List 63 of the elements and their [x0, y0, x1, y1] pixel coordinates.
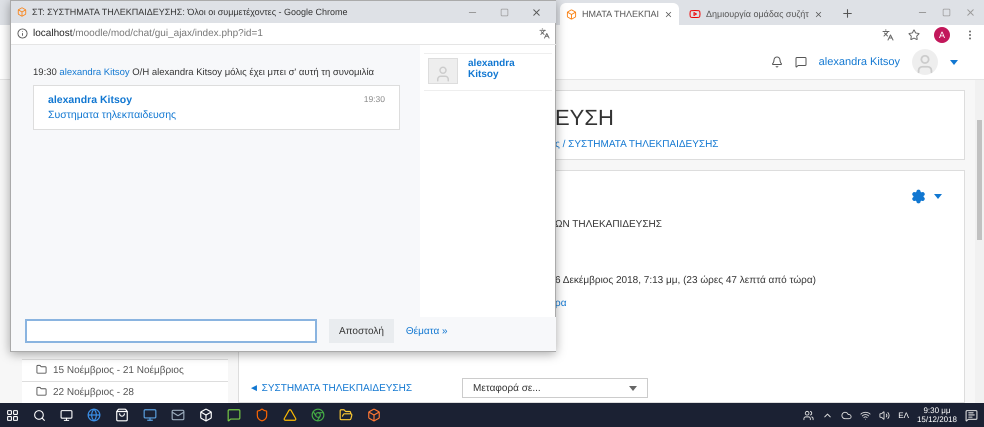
translate-icon[interactable]: [882, 29, 894, 41]
language-indicator[interactable]: ΕΛ: [898, 410, 909, 420]
user-menu-link[interactable]: alexandra Kitsoy: [818, 56, 900, 68]
message-author: alexandra Kitsoy: [48, 94, 134, 106]
close-icon[interactable]: [664, 10, 674, 18]
close-icon[interactable]: [814, 10, 823, 18]
search-icon[interactable]: [33, 408, 46, 422]
shopping-bag-icon[interactable]: [115, 408, 129, 422]
shield-icon[interactable]: [255, 408, 269, 422]
app-icon: [17, 7, 27, 17]
message-time: 19:30: [364, 94, 385, 106]
system-message: 19:30 alexandra Kitsoy O/H alexandra Kitsoy μόλις έχει μπει σ' αυτή τη συνομιλία: [33, 67, 375, 78]
wifi-icon[interactable]: [860, 410, 872, 420]
new-tab-icon[interactable]: [840, 7, 854, 20]
settings-icon[interactable]: [911, 189, 926, 204]
sidebar-item[interactable]: 15 Νοέμβριος - 21 Νοέμβριος: [22, 359, 228, 381]
video-play-icon: [689, 8, 702, 20]
sidebar-item[interactable]: 22 Νοέμβριος - 28: [22, 381, 228, 403]
user-avatar: [428, 58, 458, 84]
triangle-icon[interactable]: [283, 408, 297, 422]
message-text: Συστηματα τηλεκπαιδευσης: [48, 109, 178, 121]
bell-icon[interactable]: [770, 56, 783, 68]
browser-tab[interactable]: Δημιουργία ομάδας συζήτ: [683, 3, 829, 25]
star-icon[interactable]: [908, 29, 920, 41]
profile-avatar[interactable]: A: [934, 27, 950, 43]
section-title: ΩΝ ΤΗΛΕΚΑΠΙΔΕΥΣΗΣ: [555, 219, 663, 230]
window-title: ΣΤ: ΣΥΣΤΗΜΑΤΑ ΤΗΛΕΚΠΑΙΔΕΥΣΗΣ: Όλοι οι συμμετέχοντες - Google Chrome: [32, 7, 348, 17]
sidebar-item-label: 15 Νοέμβριος - 21 Νοέμβριος: [53, 364, 184, 377]
chat-icon[interactable]: [227, 408, 241, 422]
message-input[interactable]: [25, 319, 317, 343]
caret-icon[interactable]: [950, 60, 958, 64]
close-icon[interactable]: [531, 6, 542, 18]
windows-logo-icon[interactable]: [6, 408, 19, 422]
user-name-link[interactable]: alexandra Kitsoy: [468, 58, 548, 80]
caret-icon[interactable]: [934, 194, 942, 199]
notification-icon[interactable]: [965, 408, 978, 422]
caret-icon: [629, 386, 638, 390]
sidebar-item-label: 22 Νοέμβριος - 28: [53, 386, 134, 399]
browser-icon[interactable]: [311, 408, 325, 422]
translate-icon[interactable]: [539, 28, 550, 39]
folder-icon: [36, 364, 47, 375]
box-icon[interactable]: [367, 408, 381, 422]
jump-to-select[interactable]: Μεταφορά σε...: [462, 378, 648, 398]
chat-icon[interactable]: [794, 56, 807, 68]
app-icon: [566, 8, 577, 20]
clock[interactable]: 9:30 μμ 15/12/2018: [916, 406, 957, 424]
people-icon[interactable]: [803, 410, 814, 420]
speaker-icon[interactable]: [879, 410, 890, 420]
user-link[interactable]: alexandra Kitsoy: [59, 67, 130, 78]
themes-link[interactable]: Θέματα »: [406, 326, 448, 336]
folder-icon: [36, 386, 47, 397]
page-heading: ΕΥΣΗ: [555, 105, 615, 131]
cloud-icon[interactable]: [841, 410, 852, 420]
previous-section-link[interactable]: ◄ ΣΥΣΤΗΜΑΤΑ ΤΗΛΕΚΠΑΙΔΕΥΣΗΣ: [249, 382, 412, 394]
globe-icon[interactable]: [87, 408, 101, 422]
monitor-icon[interactable]: [143, 408, 157, 422]
scrollbar-thumb[interactable]: [977, 120, 982, 240]
info-icon[interactable]: [17, 28, 28, 39]
mail-icon[interactable]: [171, 408, 185, 422]
browser-tab[interactable]: ΗΜΑΤΑ ΤΗΛΕΚΠΑΙ: [560, 3, 680, 25]
url-text[interactable]: localhost/moodle/mod/chat/gui_ajax/index.php?id=1: [33, 28, 263, 39]
send-button[interactable]: Αποστολή: [329, 319, 394, 343]
folder-icon[interactable]: [339, 408, 353, 422]
